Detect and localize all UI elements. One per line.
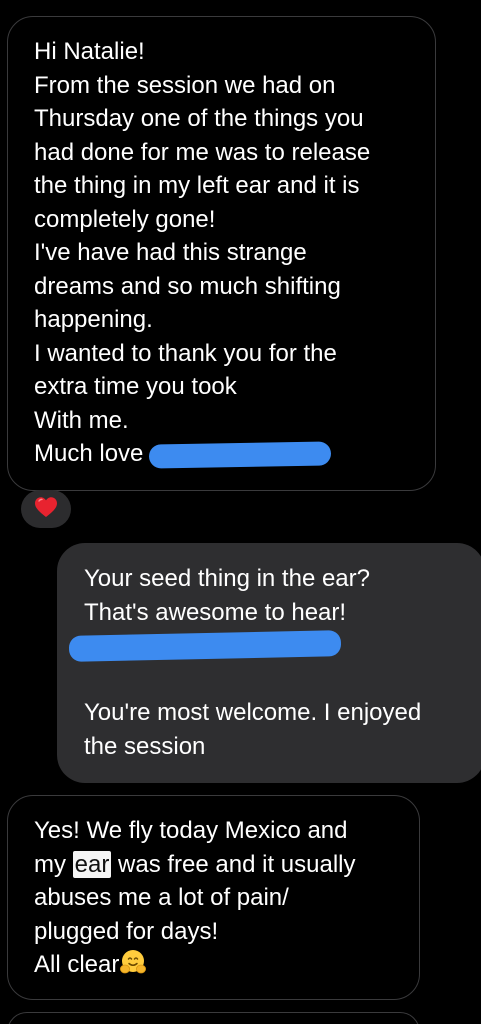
message-line: dreams and so much shifting [34, 272, 341, 300]
message-line-with-highlight: my ear was free and it usually [34, 848, 419, 882]
search-highlight: ear [72, 850, 112, 878]
message-line: plugged for days! [34, 917, 219, 945]
message-line: Hi Natalie! [34, 38, 145, 65]
outgoing-message-bubble[interactable]: Your seed thing in the ear? That's aweso… [57, 543, 481, 783]
message-line: Much love [34, 440, 144, 467]
message-line: abuses me a lot of pain/ [34, 884, 289, 911]
message-line: You're most welcome. I enjoyed [84, 699, 422, 726]
hugging-face-icon [119, 948, 147, 986]
message-line: From the session we had on [34, 71, 336, 99]
message-signoff-line: Much love [34, 437, 435, 471]
message-line: extra time you took [34, 373, 237, 400]
message-line: the thing in my left ear and it is [34, 172, 360, 199]
message-text: my [34, 850, 73, 878]
message-line: Thursday one of the things you [34, 105, 364, 132]
message-line: That's awesome to hear! [84, 598, 347, 626]
message-text: All clear [34, 951, 120, 978]
red-heart-icon [34, 496, 58, 523]
redaction-mark [149, 441, 332, 469]
incoming-message-bubble[interactable]: Hi Natalie! From the session we had on T… [7, 16, 436, 491]
message-line: I've have had this strange [34, 239, 307, 266]
message-line: With me. [34, 406, 129, 434]
message-line: I wanted to thank you for the [34, 339, 337, 367]
message-line: Your seed thing in the ear? [84, 565, 370, 592]
message-reaction[interactable] [21, 490, 71, 528]
message-line-with-emoji: All clear [34, 948, 419, 986]
redacted-line [68, 629, 481, 663]
chat-thread: Hi Natalie! From the session we had on T… [0, 0, 481, 1024]
message-line: had done for me was to release [34, 138, 371, 166]
message-line: the session [84, 732, 206, 760]
message-line: completely gone! [34, 205, 216, 233]
incoming-message-bubble[interactable]: Yes! We fly today Mexico and my ear was … [7, 795, 420, 1000]
incoming-message-bubble[interactable] [7, 1012, 420, 1024]
message-text: was free and it usually [111, 850, 356, 878]
redaction-mark [68, 630, 342, 662]
message-line: Yes! We fly today Mexico and [34, 817, 348, 844]
message-line: happening. [34, 306, 153, 333]
